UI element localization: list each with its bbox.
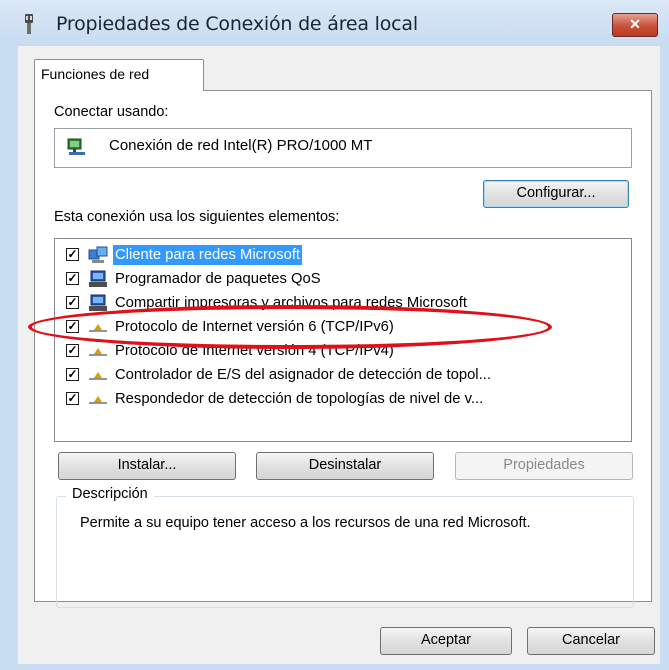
description-group: [56, 496, 634, 608]
description-legend: Descripción: [66, 486, 154, 502]
item-label: Cliente para redes Microsoft: [113, 245, 303, 265]
network-cable-icon: [25, 14, 33, 34]
connect-using-label: Conectar usando:: [54, 104, 169, 120]
adapter-field: Conexión de red Intel(R) PRO/1000 MT: [54, 128, 632, 168]
configure-button[interactable]: Configurar...: [483, 180, 629, 208]
title-bar[interactable]: Propiedades de Conexión de área local ✕: [0, 0, 669, 46]
description-text: Permite a su equipo tener acceso a los r…: [80, 515, 531, 531]
window-title: Propiedades de Conexión de área local: [56, 13, 418, 35]
item-checkbox[interactable]: ✓: [66, 272, 79, 285]
ok-button[interactable]: Aceptar: [380, 627, 512, 655]
service-computer-icon: [89, 270, 107, 287]
item-label: Respondedor de detección de topologías d…: [115, 391, 484, 407]
list-item[interactable]: ✓ Cliente para redes Microsoft: [55, 243, 631, 267]
cancel-button[interactable]: Cancelar: [527, 627, 655, 655]
network-adapter-icon: [67, 138, 85, 155]
item-checkbox[interactable]: ✓: [66, 296, 79, 309]
adapter-name: Conexión de red Intel(R) PRO/1000 MT: [109, 137, 373, 154]
list-item[interactable]: ✓ Controlador de E/S del asignador de de…: [55, 363, 631, 387]
install-button[interactable]: Instalar...: [58, 452, 236, 480]
list-item[interactable]: ✓ Programador de paquetes QoS: [55, 267, 631, 291]
item-checkbox[interactable]: ✓: [66, 392, 79, 405]
properties-button[interactable]: Propiedades: [455, 452, 633, 480]
item-checkbox[interactable]: ✓: [66, 248, 79, 261]
item-checkbox[interactable]: ✓: [66, 344, 79, 357]
item-label: Controlador de E/S del asignador de dete…: [115, 367, 491, 383]
list-item[interactable]: ✓ Respondedor de detección de topologías…: [55, 387, 631, 411]
uninstall-button[interactable]: Desinstalar: [256, 452, 434, 480]
close-button[interactable]: ✕: [612, 13, 658, 37]
annotation-oval: [28, 305, 552, 349]
tab-networking[interactable]: Funciones de red: [34, 59, 204, 91]
network-client-icon: [88, 246, 108, 263]
protocol-icon: [89, 348, 107, 356]
protocol-icon: [89, 396, 107, 404]
items-label: Esta conexión usa los siguientes element…: [54, 209, 340, 225]
protocol-icon: [89, 372, 107, 380]
service-computer-icon: [89, 294, 107, 311]
item-label: Programador de paquetes QoS: [115, 271, 321, 287]
item-checkbox[interactable]: ✓: [66, 368, 79, 381]
